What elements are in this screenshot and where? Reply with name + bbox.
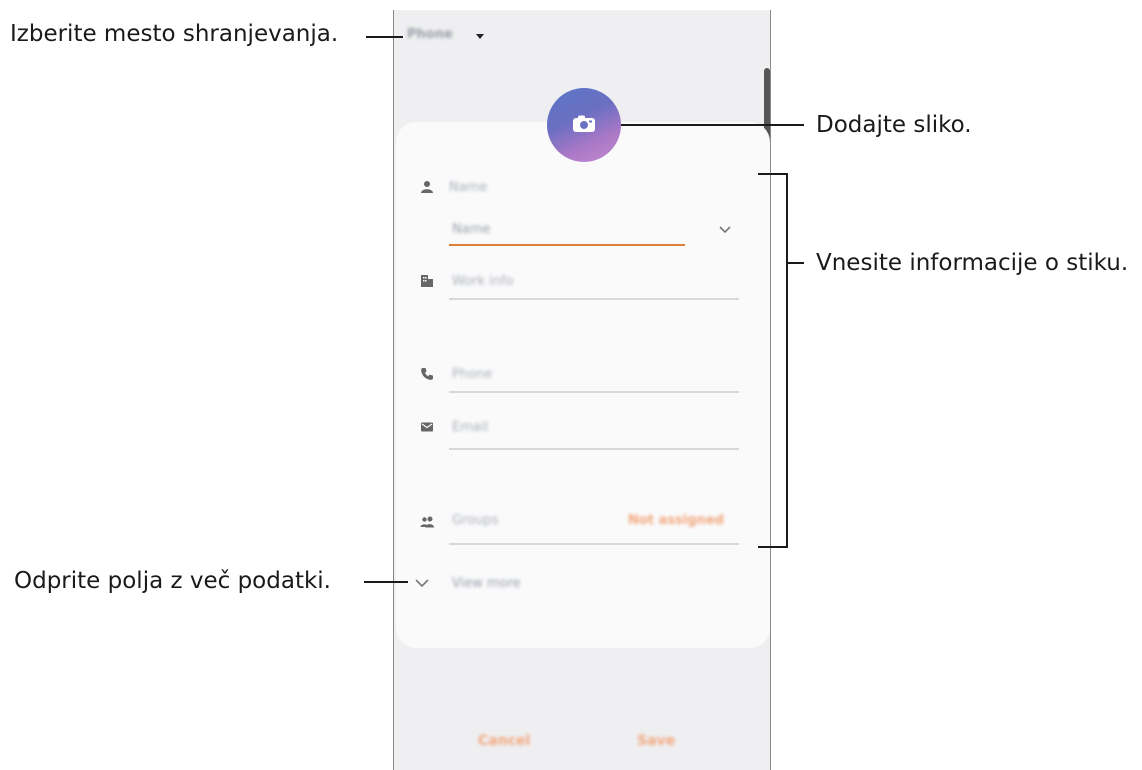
storage-location-dropdown[interactable]: Phone [407,24,453,44]
phone-icon [421,368,433,380]
name-input[interactable]: Name [452,222,490,237]
groups-underline [449,543,739,545]
callout-more: Odprite polja z več podatki. [14,568,331,594]
callout-picture: Dodajte sliko. [816,112,972,138]
callout-info-bracket-top [758,173,788,175]
email-input[interactable]: Email [452,420,488,435]
groups-label[interactable]: Groups [452,513,498,528]
chevron-down-icon[interactable] [718,225,732,235]
mail-icon [421,422,433,432]
view-more-chevron-icon[interactable] [414,578,430,589]
cancel-button[interactable]: Cancel [478,733,530,749]
add-picture-button[interactable] [547,88,621,162]
caret-down-icon[interactable] [475,26,485,45]
phone-underline [449,391,739,393]
name-input-underline [449,244,685,246]
phone-input[interactable]: Phone [452,367,492,382]
work-info-underline [449,298,739,300]
callout-storage-line [366,36,403,38]
groups-value[interactable]: Not assigned [628,513,724,528]
callout-more-line [364,581,408,583]
callout-storage: Izberite mesto shranjevanja. [10,21,339,47]
callout-info-bracket-vertical [786,173,788,548]
callout-info: Vnesite informacije o stiku. [816,250,1129,276]
save-button[interactable]: Save [637,733,675,749]
callout-info-line [788,262,804,264]
building-icon [421,275,433,287]
view-more-button[interactable]: View more [452,576,521,591]
person-icon [421,181,433,193]
callout-picture-line [621,124,804,126]
camera-icon [573,115,595,132]
name-section-label: Name [449,180,488,195]
email-underline [449,448,739,450]
group-icon [420,516,434,528]
storage-location-label: Phone [407,26,453,42]
callout-info-bracket-bottom [758,546,788,548]
contact-form-card [396,122,770,648]
work-info-input[interactable]: Work info [452,274,513,289]
